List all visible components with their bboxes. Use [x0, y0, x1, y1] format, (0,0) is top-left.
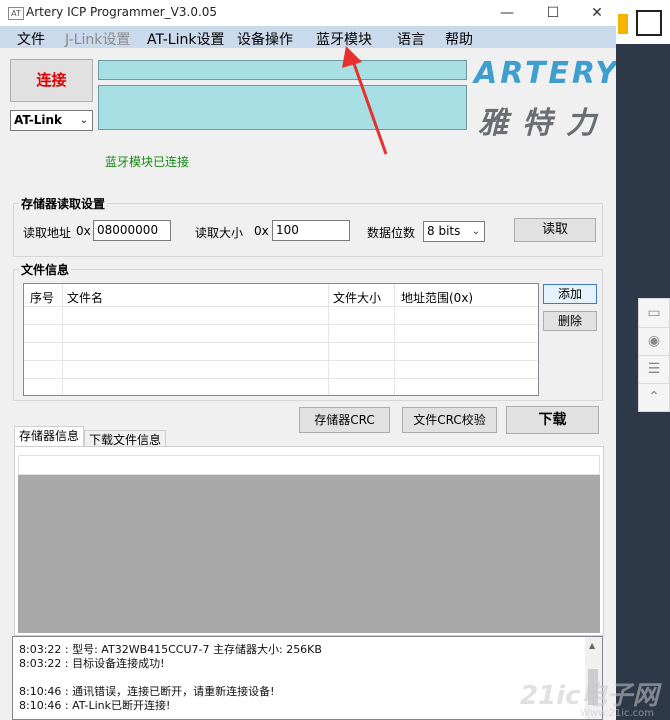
back-to-top-icon[interactable]: ⌃ [639, 383, 669, 411]
log-line: 8:10:46 : AT-Link已断开连接! [19, 699, 171, 712]
menu-atlink-settings[interactable]: AT-Link设置 [147, 29, 224, 49]
minimize-button[interactable]: — [484, 0, 530, 26]
col-index[interactable]: 序号 [30, 289, 54, 306]
col-address-range[interactable]: 地址范围(0x) [401, 289, 473, 306]
chevron-down-icon: ⌄ [79, 115, 88, 126]
read-size-input[interactable]: 100 [272, 220, 350, 241]
col-filesize[interactable]: 文件大小 [333, 289, 381, 306]
link-type-value: AT-Link [14, 113, 63, 127]
tab-memory-info[interactable]: 存储器信息 [14, 426, 85, 447]
connect-button[interactable]: 连接 [10, 59, 93, 102]
artery-logo: ARTERY [474, 56, 616, 91]
menu-file[interactable]: 文件 [17, 29, 45, 49]
annotation-arrow-icon [342, 46, 388, 155]
file-table[interactable]: 序号 文件名 文件大小 地址范围(0x) [23, 283, 539, 396]
data-bits-select[interactable]: 8 bits ⌄ [423, 221, 485, 242]
desktop-top-banner [616, 0, 670, 44]
file-crc-check-button[interactable]: 文件CRC校验 [402, 407, 497, 433]
app-icon: AT [8, 7, 24, 20]
bluetooth-status: 蓝牙模块已连接 [105, 155, 190, 169]
status-bar-main [98, 85, 467, 130]
read-settings-title: 存储器读取设置 [19, 195, 108, 212]
menu-help[interactable]: 帮助 [445, 29, 473, 49]
delete-file-button[interactable]: 删除 [543, 311, 597, 331]
data-bits-label: 数据位数 [367, 226, 416, 240]
user-service-icon[interactable]: ◉ [639, 327, 669, 356]
window-title: Artery ICP Programmer_V3.0.05 [26, 5, 218, 19]
main-window: AT Artery ICP Programmer_V3.0.05 — ☐ ✕ 文… [0, 0, 616, 720]
list-icon[interactable]: ☰ [639, 355, 669, 384]
watermark: 21ic电子网 [520, 681, 659, 711]
watermark-sub: Www.21ic.com [580, 708, 655, 719]
log-output[interactable]: 8:03:22 : 型号: AT32WB415CCU7-7 主存储器大小: 25… [12, 636, 603, 720]
col-filename[interactable]: 文件名 [67, 289, 103, 306]
read-button[interactable]: 读取 [514, 218, 596, 242]
file-info-title: 文件信息 [19, 261, 72, 278]
log-line: 8:03:22 : 目标设备连接成功! [19, 657, 165, 670]
file-table-header: 序号 文件名 文件大小 地址范围(0x) [24, 284, 538, 307]
status-bar-top [98, 60, 467, 80]
qr-code-icon [636, 10, 662, 36]
memory-view[interactable] [18, 475, 600, 633]
read-addr-input[interactable]: 08000000 [93, 220, 171, 241]
memory-view-header [18, 455, 600, 475]
download-button[interactable]: 下载 [506, 406, 599, 434]
read-size-prefix: 0x [254, 224, 269, 238]
menu-device-ops[interactable]: 设备操作 [237, 29, 293, 49]
menu-bar: 文件 J-Link设置 AT-Link设置 设备操作 蓝牙模块 语言 帮助 [0, 26, 616, 48]
add-file-button[interactable]: 添加 [543, 284, 597, 304]
side-toolbar: ▭ ◉ ☰ ⌃ [638, 298, 670, 412]
menu-language[interactable]: 语言 [397, 29, 425, 49]
artery-logo-cn: 雅特力 [478, 106, 610, 141]
read-size-label: 读取大小 [195, 226, 244, 240]
memory-crc-button[interactable]: 存储器CRC [299, 407, 390, 433]
link-type-select[interactable]: AT-Link ⌄ [10, 110, 93, 131]
tab-content [14, 446, 604, 636]
title-bar: AT Artery ICP Programmer_V3.0.05 — ☐ ✕ [0, 0, 616, 26]
chat-icon[interactable]: ▭ [639, 299, 669, 328]
maximize-button[interactable]: ☐ [530, 0, 576, 26]
data-bits-value: 8 bits [427, 224, 461, 238]
menu-jlink-settings[interactable]: J-Link设置 [65, 29, 130, 49]
read-addr-prefix: 0x [76, 224, 91, 238]
scroll-up-icon[interactable]: ▲ [589, 641, 595, 650]
chevron-down-icon: ⌄ [471, 226, 480, 237]
read-addr-label: 读取地址 [23, 226, 72, 240]
close-button[interactable]: ✕ [574, 0, 616, 26]
